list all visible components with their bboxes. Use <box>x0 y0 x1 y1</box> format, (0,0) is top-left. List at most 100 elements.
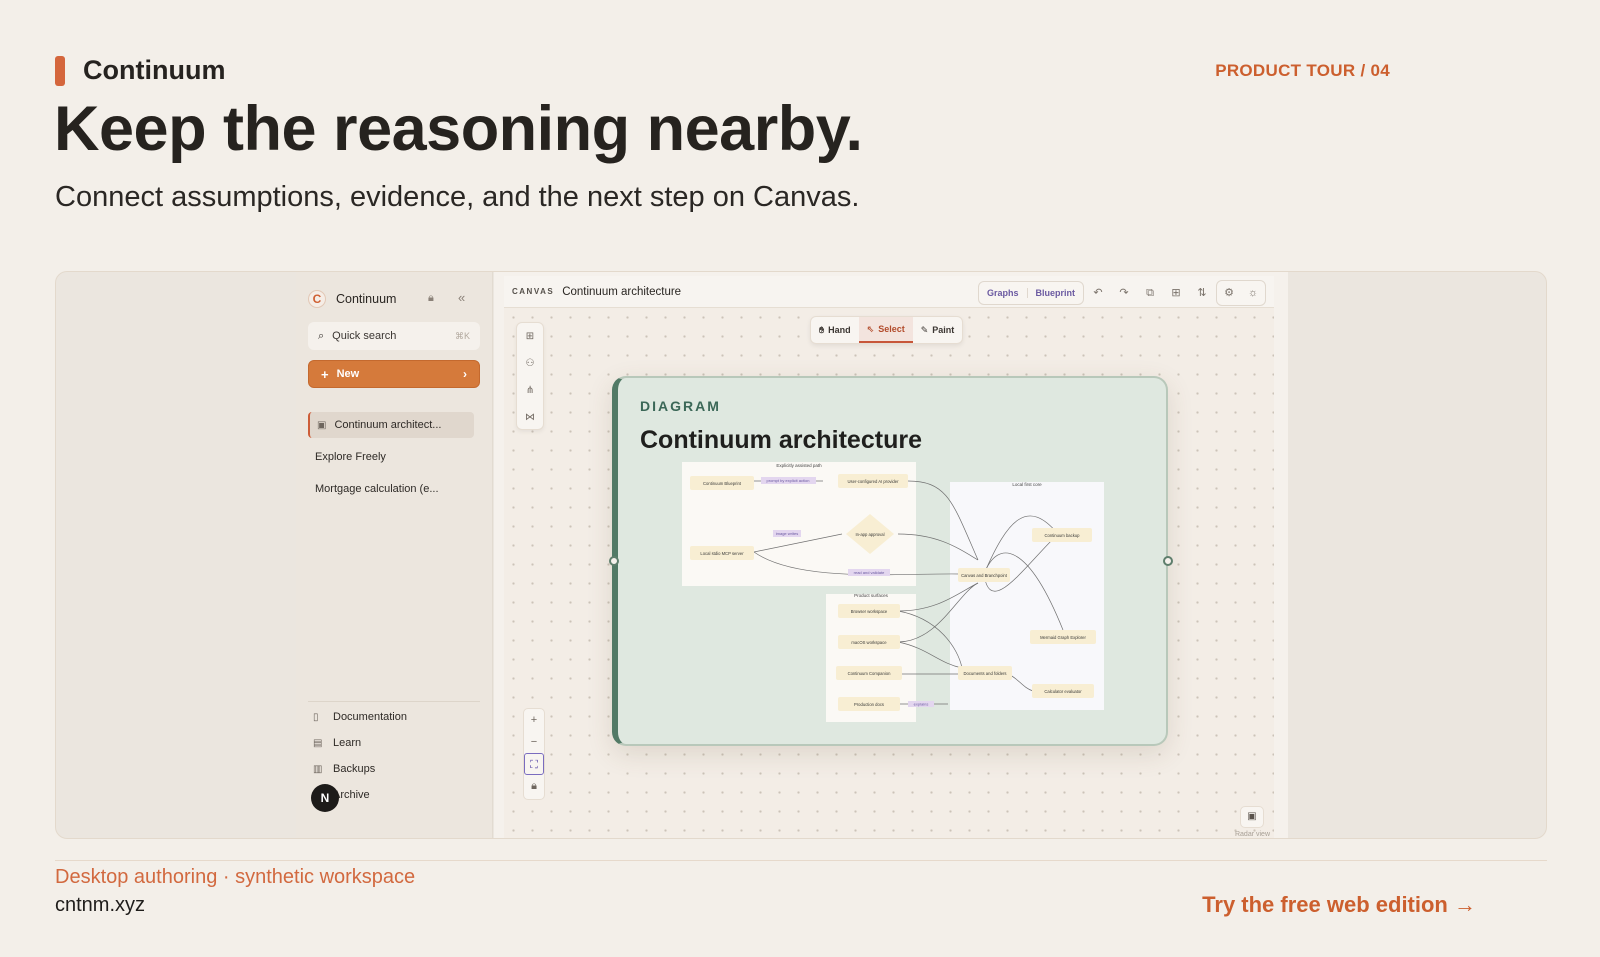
canvas-title: Continuum architecture <box>562 285 682 298</box>
collapse-sidebar-icon[interactable]: « <box>458 290 465 305</box>
tab-blueprint[interactable]: Blueprint <box>1026 288 1084 298</box>
zoom-controls: + − ⛶ 🔒︎ <box>523 708 545 800</box>
sidebar-item-mortgage-calculation[interactable]: Mortgage calculation (e... <box>308 476 474 502</box>
diagram-node: Continuum Blueprint <box>703 481 742 486</box>
sidebar-item-continuum-architecture[interactable]: ▣ Continuum architect... <box>308 412 474 438</box>
view-toggle: Graphs Blueprint <box>977 281 1084 305</box>
avatar[interactable]: N <box>311 784 339 812</box>
sidebar-item-label: Continuum architect... <box>334 419 442 431</box>
shapes-tool-icon[interactable]: ⚇ <box>517 350 543 377</box>
sidebar-footer-learn[interactable]: ▤ Learn <box>313 737 361 749</box>
footer-item-label: Backups <box>333 763 376 775</box>
footer-divider <box>55 860 1547 861</box>
layout-icon[interactable]: ⊞ <box>1164 281 1188 305</box>
frame-icon[interactable]: ⧉ <box>1138 281 1162 305</box>
adjust-icon[interactable]: ⇅ <box>1190 281 1214 305</box>
undo-icon[interactable]: ↶ <box>1086 281 1110 305</box>
diagram-node: In-app approval <box>855 532 884 537</box>
canvas-kicker: CANVAS <box>512 287 555 296</box>
diagram-kicker: DIAGRAM <box>640 398 721 414</box>
connection-handle-left[interactable] <box>609 556 619 566</box>
canvas-workspace: CANVAS Continuum architecture Graphs Blu… <box>494 272 1288 838</box>
tab-graphs[interactable]: Graphs <box>979 288 1027 298</box>
left-toolbar: ⊞ ⚇ ⋔ ⋈ <box>516 322 544 430</box>
diagram-node: User-configured AI provider <box>848 479 900 484</box>
sidebar-item-label: Explore Freely <box>315 451 386 463</box>
sidebar-footer-documentation[interactable]: ▯ Documentation <box>313 711 407 723</box>
archive-box-icon: ▥ <box>313 763 323 775</box>
diagram-node: Calculator evaluator <box>1044 689 1082 694</box>
canvas-doc-icon: ▣ <box>317 419 327 431</box>
mode-hand[interactable]: ✋︎ Hand <box>811 317 859 343</box>
diagram-node: Canvas and Branchpoint <box>961 573 1008 578</box>
sidebar-footer-backups[interactable]: ▥ Backups <box>313 763 375 775</box>
site-url[interactable]: cntnm.xyz <box>55 894 145 917</box>
diagram-card[interactable]: Explicitly assisted path Local first cor… <box>609 376 1173 746</box>
mode-label: Select <box>878 324 905 334</box>
sidebar-app-name: Continuum <box>336 292 397 306</box>
sidebar-divider <box>308 701 480 702</box>
fit-view-icon[interactable]: ⛶ <box>524 753 544 775</box>
zoom-in-icon[interactable]: + <box>524 709 544 731</box>
mode-select[interactable]: ⇖ Select <box>858 317 913 343</box>
minimap-toggle-icon[interactable]: ▣ <box>1240 806 1264 828</box>
grid-tool-icon[interactable]: ⊞ <box>517 323 543 350</box>
edge-label: read and validate <box>854 570 885 575</box>
connection-handle-right[interactable] <box>1163 556 1173 566</box>
edge-label: prompt by explicit action <box>767 478 810 483</box>
quick-search-label: Quick search <box>332 330 397 342</box>
learn-icon: ▤ <box>313 737 323 749</box>
diagram-title: Continuum architecture <box>640 426 922 454</box>
app-screenshot-frame: C Continuum 🔒︎ « ⌕ Quick search ⌘K + New… <box>55 271 1547 839</box>
lock-icon[interactable]: 🔒︎ <box>524 775 544 797</box>
redo-icon[interactable]: ↷ <box>1112 281 1136 305</box>
group-label: Local first core <box>1012 482 1042 487</box>
lock-icon[interactable]: 🔒︎ <box>428 292 434 305</box>
book-icon: ▯ <box>313 711 319 723</box>
hand-icon: ✋︎ <box>819 324 825 335</box>
sidebar-item-label: Mortgage calculation (e... <box>315 483 439 495</box>
brand: Continuum <box>55 55 225 86</box>
diagram-node: Production docs <box>854 702 884 707</box>
sidebar-header: C Continuum 🔒︎ « <box>308 290 480 308</box>
diagram-node: Browser workspace <box>851 609 888 614</box>
headline: Keep the reasoning nearby. <box>54 94 863 164</box>
footer-item-label: Documentation <box>333 711 407 723</box>
new-button[interactable]: + New › <box>308 360 480 388</box>
subheadline: Connect assumptions, evidence, and the n… <box>55 181 860 213</box>
sidebar: C Continuum 🔒︎ « ⌕ Quick search ⌘K + New… <box>296 272 493 838</box>
group-label: Product surfaces <box>854 593 889 598</box>
try-web-edition-link[interactable]: Try the free web edition → <box>1202 892 1476 918</box>
sun-icon[interactable]: ☼ <box>1241 281 1265 305</box>
settings-group: ⚙︎ ☼ <box>1216 280 1266 306</box>
quick-search-button[interactable]: ⌕ Quick search ⌘K <box>308 322 480 350</box>
diagram-node: macOS workspace <box>851 640 887 645</box>
zoom-out-icon[interactable]: − <box>524 731 544 753</box>
topbar-actions: Graphs Blueprint ↶ ↷ ⧉ ⊞ ⇅ ⚙︎ ☼ <box>977 280 1266 306</box>
sidebar-item-explore-freely[interactable]: Explore Freely <box>308 444 474 470</box>
footer-caption: Desktop authoring · synthetic workspace <box>55 866 416 888</box>
mode-label: Hand <box>828 325 851 335</box>
mode-paint[interactable]: ✎ Paint <box>913 317 963 343</box>
diagram-node: Documents and folders <box>963 671 1006 676</box>
diagram-node: Continuum Companion <box>848 671 892 676</box>
new-button-label: New <box>336 368 360 380</box>
continuum-logo-icon: C <box>308 290 326 308</box>
footer-item-label: Learn <box>333 737 362 749</box>
tree-tool-icon[interactable]: ⋈ <box>517 404 543 431</box>
search-icon: ⌕ <box>318 329 325 342</box>
diagram-node: Mermaid Graph Explorer <box>1040 635 1086 640</box>
diagram-node: Continuum backup <box>1045 533 1081 538</box>
chevron-right-icon: › <box>463 367 467 381</box>
group-label: Explicitly assisted path <box>776 463 822 468</box>
graph-tool-icon[interactable]: ⋔ <box>517 377 543 404</box>
edge-label: explains <box>914 702 929 707</box>
cursor-icon: ⇖ <box>866 323 875 334</box>
canvas-topbar: CANVAS Continuum architecture Graphs Blu… <box>504 276 1274 308</box>
edge-label: image writes <box>776 531 798 536</box>
gear-icon[interactable]: ⚙︎ <box>1217 281 1241 305</box>
search-shortcut: ⌘K <box>454 330 470 341</box>
canvas-board[interactable]: ⊞ ⚇ ⋔ ⋈ ✋︎ Hand ⇖ Select ✎ Paint Explicitly… <box>504 308 1274 838</box>
brand-accent-bar <box>55 55 65 86</box>
brand-name: Continuum <box>83 55 226 85</box>
